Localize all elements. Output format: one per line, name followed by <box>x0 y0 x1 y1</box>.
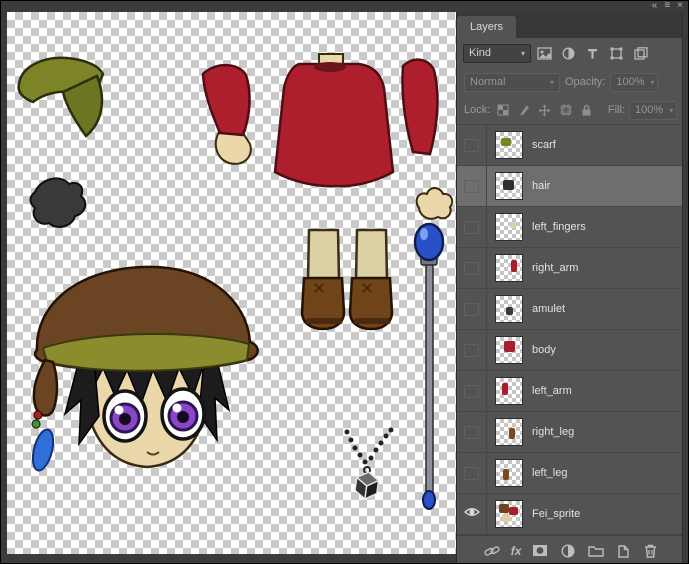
layer-row-amulet[interactable]: amulet <box>457 289 684 330</box>
lock-artboard-icon[interactable] <box>557 102 574 119</box>
layer-name: left_leg <box>532 467 567 479</box>
visibility-toggle[interactable] <box>457 248 487 288</box>
lock-transparency-icon[interactable] <box>494 102 511 119</box>
layer-name: right_arm <box>532 262 578 274</box>
filter-pixel-layers-icon[interactable] <box>534 44 555 63</box>
staff-sprite[interactable] <box>415 224 443 509</box>
layer-row-left-arm[interactable]: left_arm <box>457 371 684 412</box>
layer-name: amulet <box>532 303 565 315</box>
layer-thumbnail[interactable] <box>495 172 523 200</box>
layer-thumbnail[interactable] <box>495 500 523 528</box>
layer-name: scarf <box>532 139 556 151</box>
hair-tuft-sprite[interactable] <box>30 178 85 227</box>
layer-row-body[interactable]: body <box>457 330 684 371</box>
layer-name: hair <box>532 180 550 192</box>
layer-thumbnail[interactable] <box>495 295 523 323</box>
opacity-label: Opacity: <box>565 76 605 88</box>
visibility-toggle[interactable] <box>457 494 487 534</box>
layer-row-left-fingers[interactable]: left_fingers <box>457 207 684 248</box>
layer-filter-row: Kind ▾ <box>457 38 684 68</box>
left-fingers-sprite[interactable] <box>417 188 453 219</box>
adjustment-layer-icon[interactable] <box>559 542 577 560</box>
visibility-toggle[interactable] <box>457 330 487 370</box>
filter-type-layers-icon[interactable] <box>582 44 603 63</box>
new-layer-icon[interactable] <box>614 542 632 560</box>
right-arm-sprite[interactable] <box>402 60 437 154</box>
fill-value[interactable]: 100% ▾ <box>629 101 677 120</box>
layer-thumbnail[interactable] <box>495 254 523 282</box>
sprite-sheet <box>7 12 456 554</box>
add-layer-mask-icon[interactable] <box>531 542 549 560</box>
lock-label: Lock: <box>464 104 490 116</box>
layer-list: scarf hair left_fingers right_arm am <box>457 125 684 535</box>
window-right-edge <box>682 1 688 564</box>
head-sprite[interactable] <box>29 267 257 473</box>
chevron-down-icon: ▾ <box>550 78 554 87</box>
layer-row-left-leg[interactable]: left_leg <box>457 453 684 494</box>
collapse-panels-icon[interactable]: « <box>652 0 658 12</box>
filter-adjustment-layers-icon[interactable] <box>558 44 579 63</box>
lock-row: Lock: Fill: 100% ▾ <box>457 96 684 125</box>
layer-name: Fei_sprite <box>532 508 580 520</box>
delete-layer-icon[interactable] <box>642 542 660 560</box>
filter-kind-select[interactable]: Kind ▾ <box>463 44 531 63</box>
layer-name: left_arm <box>532 385 572 397</box>
layer-effects-button[interactable]: fx <box>511 544 522 558</box>
close-icon[interactable]: × <box>677 0 683 12</box>
layer-row-right-leg[interactable]: right_leg <box>457 412 684 453</box>
scarf-sprite[interactable] <box>19 58 103 136</box>
visibility-toggle[interactable] <box>457 412 487 452</box>
chevron-down-icon: ▾ <box>669 106 673 115</box>
layer-name: right_leg <box>532 426 574 438</box>
legs-sprite[interactable] <box>302 230 392 329</box>
layer-row-right-arm[interactable]: right_arm <box>457 248 684 289</box>
layer-thumbnail[interactable] <box>495 336 523 364</box>
body-sprite[interactable] <box>275 54 393 186</box>
visibility-toggle[interactable] <box>457 125 487 165</box>
layer-row-scarf[interactable]: scarf <box>457 125 684 166</box>
layer-thumbnail[interactable] <box>495 131 523 159</box>
lock-pixels-icon[interactable] <box>515 102 532 119</box>
visibility-toggle[interactable] <box>457 166 487 206</box>
layer-row-hair[interactable]: hair <box>457 166 684 207</box>
layer-name: body <box>532 344 556 356</box>
lock-all-icon[interactable] <box>578 102 595 119</box>
layer-thumbnail[interactable] <box>495 213 523 241</box>
visibility-toggle[interactable] <box>457 207 487 247</box>
layer-thumbnail[interactable] <box>495 377 523 405</box>
amulet-sprite[interactable] <box>345 428 394 501</box>
visibility-toggle[interactable] <box>457 289 487 329</box>
link-layers-icon[interactable] <box>483 542 501 560</box>
filter-smart-objects-icon[interactable] <box>630 44 651 63</box>
panel-menu-icon[interactable]: ≡ <box>664 0 670 12</box>
left-arm-sprite[interactable] <box>203 65 251 164</box>
fill-label: Fill: <box>608 104 625 116</box>
eye-icon <box>464 505 480 523</box>
visibility-toggle[interactable] <box>457 371 487 411</box>
blend-mode-row: Normal ▾ Opacity: 100% ▾ <box>457 68 684 96</box>
new-group-icon[interactable] <box>587 542 605 560</box>
layer-thumbnail[interactable] <box>495 418 523 446</box>
opacity-value[interactable]: 100% ▾ <box>610 73 658 92</box>
layer-row-fei-sprite[interactable]: Fei_sprite <box>457 494 684 535</box>
visibility-toggle[interactable] <box>457 453 487 493</box>
layer-thumbnail[interactable] <box>495 459 523 487</box>
blend-mode-select[interactable]: Normal ▾ <box>464 73 560 92</box>
filter-shape-layers-icon[interactable] <box>606 44 627 63</box>
layers-panel: Layers Kind ▾ Norm <box>456 1 684 564</box>
layer-name: left_fingers <box>532 221 586 233</box>
layers-bottom-toolbar: fx <box>457 535 684 564</box>
chevron-down-icon: ▾ <box>651 78 655 87</box>
document-canvas[interactable] <box>7 12 456 554</box>
app-window: « ≡ × <box>0 0 689 564</box>
lock-position-icon[interactable] <box>536 102 553 119</box>
tab-layers[interactable]: Layers <box>457 16 516 38</box>
chevron-down-icon: ▾ <box>521 49 525 58</box>
panel-tabbar: Layers <box>457 12 684 38</box>
window-topbar: « ≡ × <box>1 1 688 12</box>
